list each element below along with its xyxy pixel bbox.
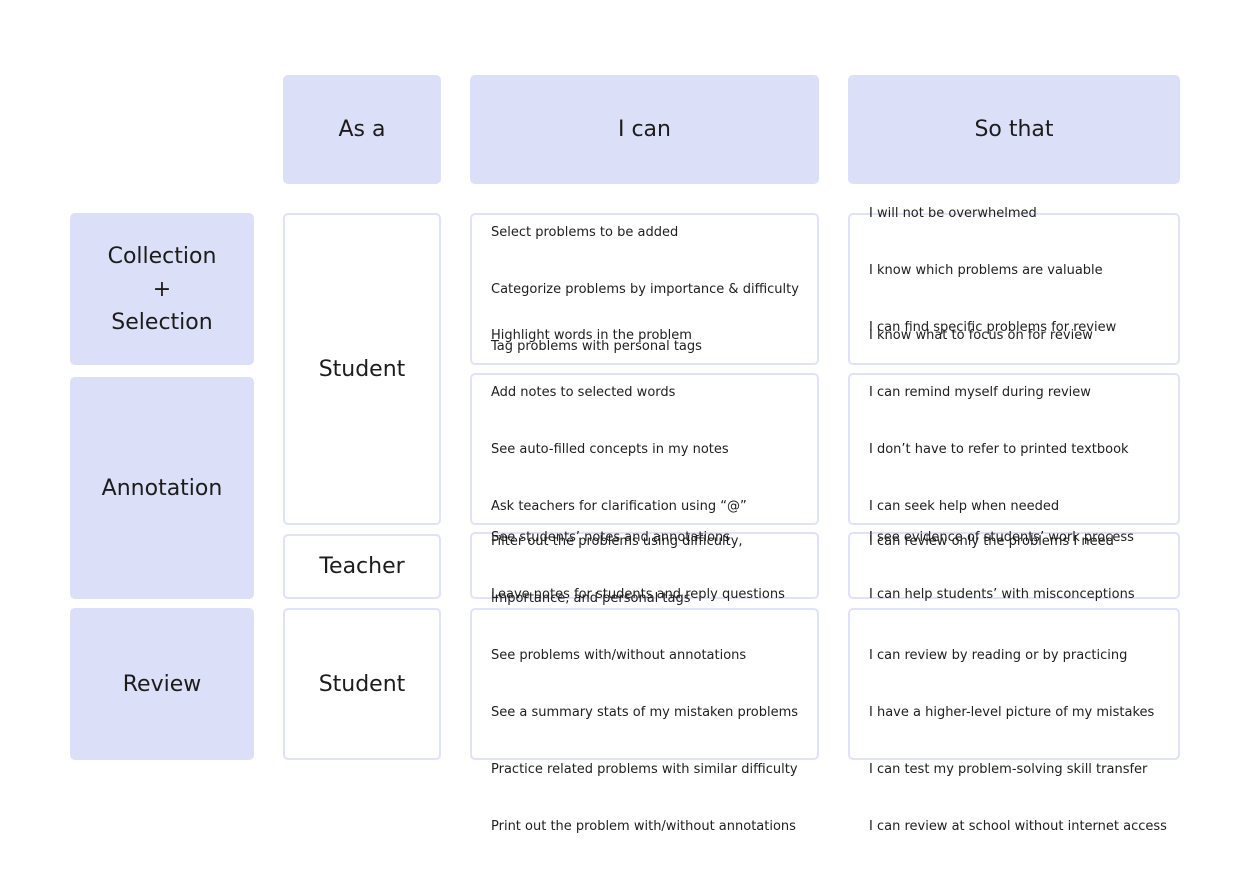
header-i-can-label: I can [617, 117, 671, 142]
list-item: Add notes to selected words [491, 384, 676, 400]
role-student-review-label: Student [318, 671, 406, 697]
list-item: Select problems to be added [491, 224, 679, 240]
role-teacher-label: Teacher [319, 554, 405, 579]
review-so-that-list: I can review only the problems I need I … [869, 494, 1167, 874]
header-so-that-label: So that [974, 117, 1054, 142]
stage-collection-selection: Collection + Selection [70, 213, 254, 365]
list-item: See a summary stats of my mistaken probl… [491, 705, 799, 720]
stage-collection-selection-label: Collection + Selection [107, 243, 217, 335]
role-student-collection-annotation: Student [283, 213, 441, 525]
list-item: I can review only the problems I need [869, 534, 1114, 549]
list-item: I have a higher-level picture of my mist… [869, 705, 1155, 720]
header-as-a-label: As a [338, 117, 386, 142]
list-item: I don’t have to refer to printed textboo… [869, 441, 1129, 457]
header-i-can: I can [470, 75, 819, 184]
cell-review-i-can: Filter out the problems using difficulty… [470, 534, 819, 834]
list-item: Filter out the problems using difficulty… [491, 534, 743, 549]
list-item [869, 589, 1167, 608]
role-student-review: Student [283, 608, 441, 760]
list-item: I know which problems are valuable [869, 262, 1103, 278]
list-item: See problems with/without annotations [491, 648, 747, 663]
list-item: I know what to focus on for review [869, 327, 1093, 343]
header-as-a: As a [283, 75, 441, 184]
stage-review-label: Review [122, 671, 202, 697]
list-item: I can review by reading or by practicing [869, 648, 1128, 663]
role-teacher: Teacher [283, 534, 441, 599]
review-i-can-list: Filter out the problems using difficulty… [491, 494, 798, 874]
stage-review: Review [70, 608, 254, 760]
list-item: Highlight words in the problem [491, 327, 692, 343]
list-item: I can remind myself during review [869, 384, 1091, 400]
list-item: importance, and personal tags [491, 591, 691, 606]
list-item: I can test my problem-solving skill tran… [869, 762, 1148, 777]
list-item: I can review at school without internet … [869, 819, 1167, 834]
list-item: Print out the problem with/without annot… [491, 819, 796, 834]
stage-annotation-label: Annotation [101, 475, 223, 501]
list-item: I will not be overwhelmed [869, 205, 1037, 221]
role-student-label: Student [318, 356, 406, 382]
list-item: Practice related problems with similar d… [491, 762, 798, 777]
stage-annotation: Annotation [70, 377, 254, 599]
list-item: See auto-filled concepts in my notes [491, 441, 729, 457]
cell-review-so-that: I can review only the problems I need I … [848, 534, 1180, 834]
